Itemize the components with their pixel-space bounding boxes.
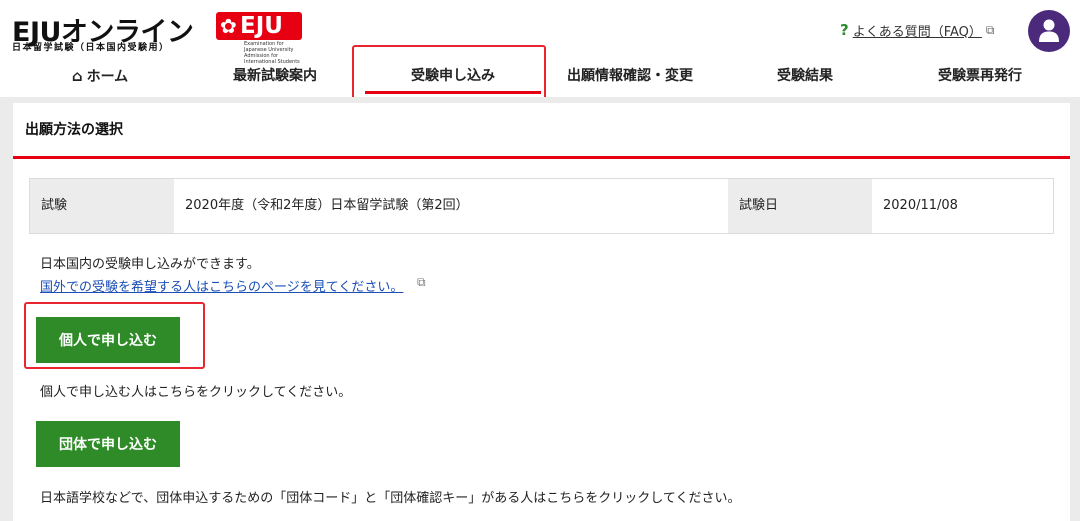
exam-info-table: 試験 2020年度（令和2年度）日本留学試験（第2回） 試験日 2020/11/… [29, 178, 1054, 234]
nav-results[interactable]: 受験結果 [735, 62, 875, 94]
question-icon: ? [840, 21, 849, 39]
faq-label[interactable]: よくある質問（FAQ） [853, 21, 982, 40]
external-link-icon: ⧉ [417, 275, 426, 289]
user-avatar[interactable] [1028, 10, 1070, 52]
logo-badge-text: EJU [240, 13, 283, 39]
nav-home[interactable]: ⌂ ホーム [30, 62, 170, 94]
nav-reissue-ticket[interactable]: 受験票再発行 [910, 62, 1050, 94]
logo-subtitle: 日本留学試験（日本国内受験用） [12, 43, 170, 53]
external-link-icon: ⧉ [985, 22, 995, 37]
individual-note: 個人で申し込む人はこちらをクリックしてください。 [40, 385, 352, 400]
nav-apply[interactable]: 受験申し込み [365, 62, 541, 94]
main-nav: ⌂ ホーム 最新試験案内 受験申し込み 出願情報確認・変更 受験結果 受験票再発行 [0, 62, 1080, 94]
user-icon [1039, 19, 1059, 42]
faq-link[interactable]: ? よくある質問（FAQ） ⧉ [840, 20, 994, 40]
exam-label: 試験 [30, 179, 174, 233]
title-divider [13, 156, 1070, 159]
abroad-exam-link[interactable]: 国外での受験を希望する人はこちらのページを見てください。 [40, 276, 403, 295]
site-logo[interactable]: EJUオンライン ✿ EJU 日本留学試験（日本国内受験用） Examinati… [12, 10, 302, 65]
nav-confirm-change[interactable]: 出願情報確認・変更 [555, 62, 705, 94]
apply-individual-button[interactable]: 個人で申し込む [36, 317, 180, 363]
apply-group-button[interactable]: 団体で申し込む [36, 421, 180, 467]
home-icon: ⌂ [71, 67, 83, 85]
nav-latest-exam[interactable]: 最新試験案内 [200, 62, 350, 94]
content-panel: 出願方法の選択 試験 2020年度（令和2年度）日本留学試験（第2回） 試験日 … [13, 103, 1070, 521]
page-title: 出願方法の選択 [25, 122, 123, 138]
exam-date-value: 2020/11/08 [883, 198, 958, 213]
exam-date-label: 試験日 [728, 179, 872, 233]
group-note: 日本語学校などで、団体申込するための「団体コード」と「団体確認キー」がある人はこ… [40, 491, 741, 506]
domestic-description: 日本国内の受験申し込みができます。 [40, 257, 260, 272]
site-header: EJUオンライン ✿ EJU 日本留学試験（日本国内受験用） Examinati… [0, 0, 1080, 97]
nav-home-label: ホーム [86, 69, 129, 85]
cherry-blossom-icon: ✿ [220, 14, 237, 38]
exam-value: 2020年度（令和2年度）日本留学試験（第2回） [185, 198, 469, 213]
logo-badge: ✿ EJU [216, 12, 302, 40]
